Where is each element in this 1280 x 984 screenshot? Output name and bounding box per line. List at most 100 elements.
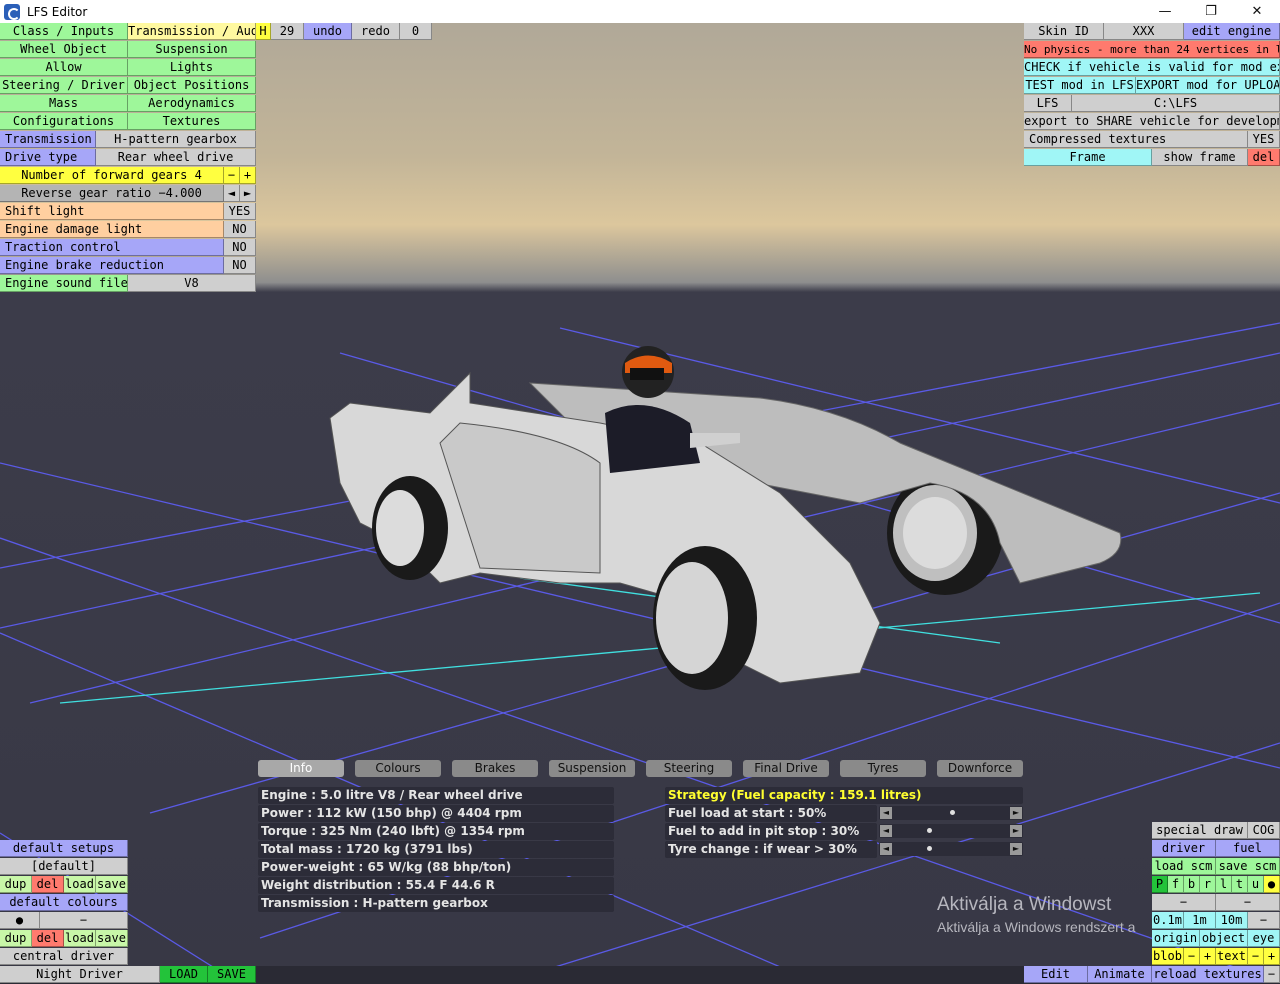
reverse-gear-slider[interactable]: Reverse gear ratio −4.000 — [0, 185, 224, 202]
setup-load-button[interactable]: load — [64, 876, 96, 893]
fuel-pit-slider-thumb[interactable] — [927, 828, 933, 833]
lfs-path-input[interactable]: C:\LFS — [1072, 95, 1280, 112]
colour-dot-button[interactable]: ● — [0, 912, 40, 929]
grid-01m-button[interactable]: 0.1m — [1152, 912, 1184, 929]
arrow-right-icon[interactable]: ► — [240, 185, 256, 202]
drive-type-selector[interactable]: Rear wheel drive — [96, 149, 256, 166]
menu-aerodynamics[interactable]: Aerodynamics — [128, 95, 256, 112]
engine-sound-selector[interactable]: V8 — [128, 275, 256, 292]
menu-configurations[interactable]: Configurations — [0, 113, 128, 130]
view-p-button[interactable]: P — [1152, 876, 1168, 893]
engine-damage-toggle[interactable]: NO — [224, 221, 256, 238]
default-colours-button[interactable]: default colours — [0, 894, 128, 911]
gears-plus-button[interactable]: + — [240, 167, 256, 184]
setup-dup-button[interactable]: dup — [0, 876, 32, 893]
gears-minus-button[interactable]: − — [224, 167, 240, 184]
view-l-button[interactable]: l — [1216, 876, 1232, 893]
tyre-change-slider-thumb[interactable] — [927, 846, 933, 851]
cog-button[interactable]: COG — [1248, 822, 1280, 839]
fuel-button[interactable]: fuel — [1216, 840, 1280, 857]
show-frame-button[interactable]: show frame — [1152, 149, 1248, 166]
tab-brakes[interactable]: Brakes — [452, 760, 538, 777]
view-r-button[interactable]: r — [1200, 876, 1216, 893]
arrow-right-icon[interactable]: ► — [1010, 807, 1022, 819]
export-share-button[interactable]: export to SHARE vehicle for development — [1024, 113, 1280, 130]
tyre-change-slider[interactable]: ◄ ► — [879, 842, 1023, 856]
compressed-textures-toggle[interactable]: YES — [1248, 131, 1280, 148]
tab-suspension[interactable]: Suspension — [549, 760, 635, 777]
menu-lights[interactable]: Lights — [128, 59, 256, 76]
fuel-start-slider[interactable]: ◄ ► — [879, 806, 1023, 820]
driver-load-button[interactable]: LOAD — [160, 966, 208, 983]
reload-dash-button[interactable]: − — [1264, 966, 1280, 983]
setup-del-button[interactable]: del — [32, 876, 64, 893]
grid-dash-button[interactable]: − — [1248, 912, 1280, 929]
view-t-button[interactable]: t — [1232, 876, 1248, 893]
tab-info[interactable]: Info — [258, 760, 344, 777]
arrow-left-icon[interactable]: ◄ — [224, 185, 240, 202]
fuel-pit-slider[interactable]: ◄ ► — [879, 824, 1023, 838]
blob-minus-button[interactable]: − — [1184, 948, 1200, 965]
tab-tyres[interactable]: Tyres — [840, 760, 926, 777]
grid-10m-button[interactable]: 10m — [1216, 912, 1248, 929]
tab-downforce[interactable]: Downforce — [937, 760, 1023, 777]
export-upload-button[interactable]: EXPORT mod for UPLOAD — [1136, 77, 1280, 94]
default-setups-button[interactable]: default setups — [0, 840, 128, 857]
tab-steering[interactable]: Steering — [646, 760, 732, 777]
fuel-start-slider-thumb[interactable] — [950, 810, 955, 815]
arrow-right-icon[interactable]: ► — [1010, 825, 1022, 837]
arrow-right-icon[interactable]: ► — [1010, 843, 1022, 855]
save-scm-button[interactable]: save scm — [1216, 858, 1280, 875]
shift-light-toggle[interactable]: YES — [224, 203, 256, 220]
driver-button[interactable]: driver — [1152, 840, 1216, 857]
colour-dup-button[interactable]: dup — [0, 930, 32, 947]
toolbar-number[interactable]: 29 — [271, 23, 304, 40]
menu-mass[interactable]: Mass — [0, 95, 128, 112]
restore-icon[interactable]: ❐ — [1188, 0, 1234, 23]
view-u-button[interactable]: u — [1248, 876, 1264, 893]
text-minus-button[interactable]: − — [1248, 948, 1264, 965]
eye-button[interactable]: eye — [1248, 930, 1280, 947]
redo-button[interactable]: redo — [352, 23, 400, 40]
colour-del-button[interactable]: del — [32, 930, 64, 947]
traction-control-toggle[interactable]: NO — [224, 239, 256, 256]
frame-delete-button[interactable]: del — [1248, 149, 1280, 166]
menu-textures[interactable]: Textures — [128, 113, 256, 130]
driver-save-button[interactable]: SAVE — [208, 966, 256, 983]
arrow-left-icon[interactable]: ◄ — [880, 843, 892, 855]
menu-allow[interactable]: Allow — [0, 59, 128, 76]
menu-class-inputs[interactable]: Class / Inputs — [0, 23, 128, 40]
close-icon[interactable]: ✕ — [1234, 0, 1280, 23]
object-button[interactable]: object — [1200, 930, 1248, 947]
text-plus-button[interactable]: + — [1264, 948, 1280, 965]
arrow-left-icon[interactable]: ◄ — [880, 825, 892, 837]
toolbar-zero[interactable]: 0 — [400, 23, 432, 40]
colour-dash-button[interactable]: − — [40, 912, 128, 929]
menu-steering-driver[interactable]: Steering / Driver — [0, 77, 128, 94]
animate-mode-button[interactable]: Animate — [1088, 966, 1152, 983]
setup-selector[interactable]: [default] — [0, 858, 128, 875]
undo-button[interactable]: undo — [304, 23, 352, 40]
view-dot-button[interactable]: ● — [1264, 876, 1280, 893]
reload-textures-button[interactable]: reload textures — [1152, 966, 1264, 983]
engine-brake-toggle[interactable]: NO — [224, 257, 256, 274]
blob-plus-button[interactable]: + — [1200, 948, 1216, 965]
origin-button[interactable]: origin — [1152, 930, 1200, 947]
menu-suspension[interactable]: Suspension — [128, 41, 256, 58]
central-driver-button[interactable]: central driver — [0, 948, 128, 965]
bottom-dash-left[interactable]: − — [1152, 894, 1216, 911]
grid-1m-button[interactable]: 1m — [1184, 912, 1216, 929]
edit-engine-button[interactable]: edit engine — [1184, 23, 1280, 40]
tab-colours[interactable]: Colours — [355, 760, 441, 777]
driver-name-selector[interactable]: Night Driver — [0, 966, 160, 983]
colour-load-button[interactable]: load — [64, 930, 96, 947]
arrow-left-icon[interactable]: ◄ — [880, 807, 892, 819]
skin-id-input[interactable]: XXX — [1104, 23, 1184, 40]
transmission-selector[interactable]: H-pattern gearbox — [96, 131, 256, 148]
view-b-button[interactable]: b — [1184, 876, 1200, 893]
setup-save-button[interactable]: save — [96, 876, 128, 893]
menu-wheel-object[interactable]: Wheel Object — [0, 41, 128, 58]
minimize-icon[interactable]: — — [1142, 0, 1188, 23]
edit-mode-button[interactable]: Edit — [1024, 966, 1088, 983]
bottom-dash-right[interactable]: − — [1216, 894, 1280, 911]
